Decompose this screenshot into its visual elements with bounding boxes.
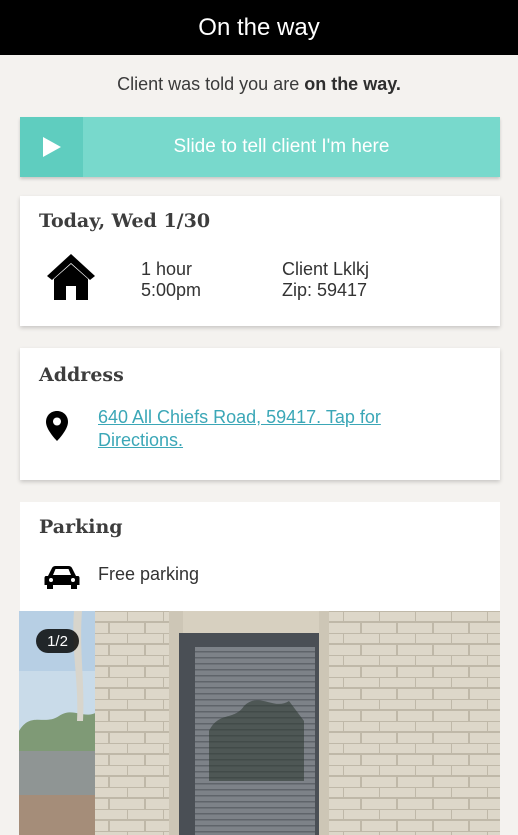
location-photo[interactable]: 1/2 bbox=[19, 611, 500, 835]
page-title: On the way bbox=[198, 13, 320, 41]
status-emphasis: on the way. bbox=[304, 74, 401, 94]
parking-card: Parking Free parking bbox=[20, 502, 500, 612]
arrival-slider[interactable]: Slide to tell client I'm here bbox=[20, 117, 500, 177]
play-icon bbox=[42, 137, 61, 157]
appointment-time: 1 hour 5:00pm bbox=[141, 259, 201, 301]
client-name: Client Lklkj bbox=[282, 259, 370, 279]
appointment-client: Client Lklkj Zip: 59417 bbox=[282, 259, 369, 301]
parking-title: Parking bbox=[39, 516, 123, 538]
directions-link-line1[interactable]: 640 All Chiefs Road, 59417. Tap for bbox=[98, 406, 458, 429]
slider-handle[interactable] bbox=[20, 117, 83, 177]
slider-label: Slide to tell client I'm here bbox=[173, 136, 390, 157]
top-bar: On the way bbox=[0, 0, 518, 55]
home-icon bbox=[47, 254, 95, 300]
appointment-duration: 1 hour bbox=[141, 259, 193, 279]
address-card: Address 640 All Chiefs Road, 59417. Tap … bbox=[20, 348, 500, 480]
parking-description: Free parking bbox=[98, 564, 200, 584]
map-pin-icon bbox=[46, 411, 68, 441]
photo-counter: 1/2 bbox=[36, 629, 79, 653]
car-icon bbox=[44, 566, 80, 589]
status-message: Client was told you are on the way. bbox=[0, 74, 518, 95]
appointment-start: 5:00pm bbox=[141, 280, 202, 300]
directions-link[interactable]: 640 All Chiefs Road, 59417. Tap for Dire… bbox=[98, 406, 458, 452]
appointment-date: Today, Wed 1/30 bbox=[39, 210, 211, 232]
client-zip: Zip: 59417 bbox=[282, 280, 368, 300]
appointment-card: Today, Wed 1/30 1 hour 5:00pm Client Lkl… bbox=[20, 196, 500, 326]
address-title: Address bbox=[39, 364, 124, 386]
building-photo bbox=[19, 611, 500, 835]
status-prefix: Client was told you are bbox=[117, 74, 305, 94]
directions-link-line2[interactable]: Directions. bbox=[98, 429, 458, 452]
